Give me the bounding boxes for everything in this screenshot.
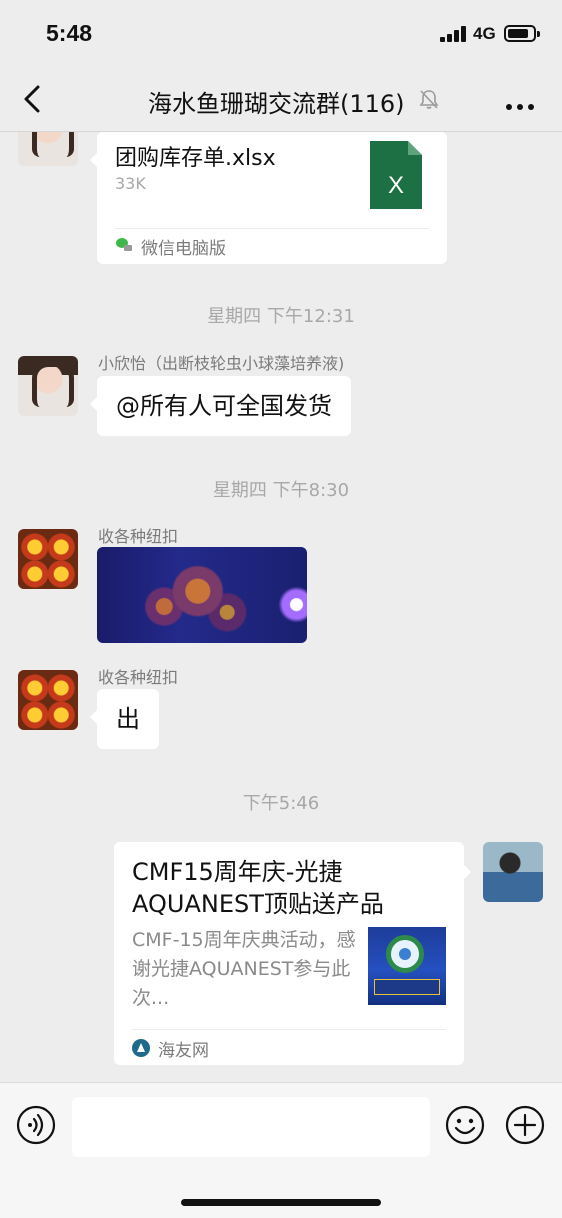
sender-name: 收各种纽扣 bbox=[98, 527, 179, 546]
nav-bar: 海水鱼珊瑚交流群(116) bbox=[0, 66, 562, 132]
wechat-pc-icon bbox=[115, 237, 133, 253]
sender-name: 收各种纽扣 bbox=[98, 668, 179, 687]
voice-input-button[interactable] bbox=[16, 1105, 56, 1145]
text-message[interactable]: @所有人可全国发货 bbox=[90, 376, 351, 436]
timestamp: 星期四 下午12:31 bbox=[207, 306, 355, 327]
excel-file-icon: X bbox=[370, 141, 422, 209]
more-functions-button[interactable] bbox=[505, 1105, 545, 1145]
network-label: 4G bbox=[473, 24, 496, 43]
message-input[interactable] bbox=[72, 1097, 430, 1157]
timestamp: 星期四 下午8:30 bbox=[212, 480, 350, 501]
message-text: 出 bbox=[116, 705, 140, 733]
chat-title: 海水鱼珊瑚交流群(116) bbox=[148, 90, 405, 118]
home-indicator[interactable] bbox=[181, 1199, 381, 1206]
file-size: 33K bbox=[115, 174, 146, 193]
avatar[interactable] bbox=[18, 670, 78, 730]
chat-messages: 团购库存单.xlsx 33K X 微信电脑版 星期四 下午12:31 小欣怡（出… bbox=[0, 132, 562, 1082]
link-thumbnail bbox=[368, 927, 446, 1005]
avatar[interactable] bbox=[18, 529, 78, 589]
avatar[interactable] bbox=[18, 356, 78, 416]
svg-text:X: X bbox=[388, 172, 404, 199]
timestamp: 下午5:46 bbox=[242, 793, 320, 814]
file-name: 团购库存单.xlsx bbox=[115, 146, 276, 171]
coral-image-message[interactable] bbox=[97, 547, 307, 643]
mute-bell-icon bbox=[418, 88, 440, 110]
status-time: 5:48 bbox=[46, 20, 93, 46]
battery-icon bbox=[504, 25, 540, 42]
file-message[interactable]: 团购库存单.xlsx 33K X 微信电脑版 bbox=[90, 132, 447, 264]
status-bar: 5:48 4G bbox=[0, 0, 562, 66]
sender-name: 小欣怡（出断枝轮虫小球藻培养液) bbox=[98, 354, 345, 373]
back-icon[interactable] bbox=[20, 84, 46, 114]
link-description: CMF-15周年庆典活动，感谢光捷AQUANEST参与此次... bbox=[132, 929, 356, 1009]
message-text: @所有人可全国发货 bbox=[116, 392, 332, 420]
link-message[interactable]: CMF15周年庆-光捷AQUANEST顶贴送产品 CMF-15周年庆典活动，感谢… bbox=[114, 842, 471, 1065]
signal-icon bbox=[440, 26, 468, 42]
input-bar bbox=[0, 1082, 562, 1218]
more-options-icon[interactable] bbox=[505, 96, 535, 110]
text-message[interactable]: 出 bbox=[90, 689, 159, 749]
avatar[interactable] bbox=[18, 132, 78, 166]
site-logo-icon bbox=[132, 1039, 150, 1057]
emoji-button[interactable] bbox=[445, 1105, 485, 1145]
file-source: 微信电脑版 bbox=[141, 239, 226, 259]
link-source: 海友网 bbox=[158, 1041, 209, 1061]
link-title: CMF15周年庆-光捷AQUANEST顶贴送产品 bbox=[132, 858, 384, 918]
avatar-self[interactable] bbox=[483, 842, 543, 902]
